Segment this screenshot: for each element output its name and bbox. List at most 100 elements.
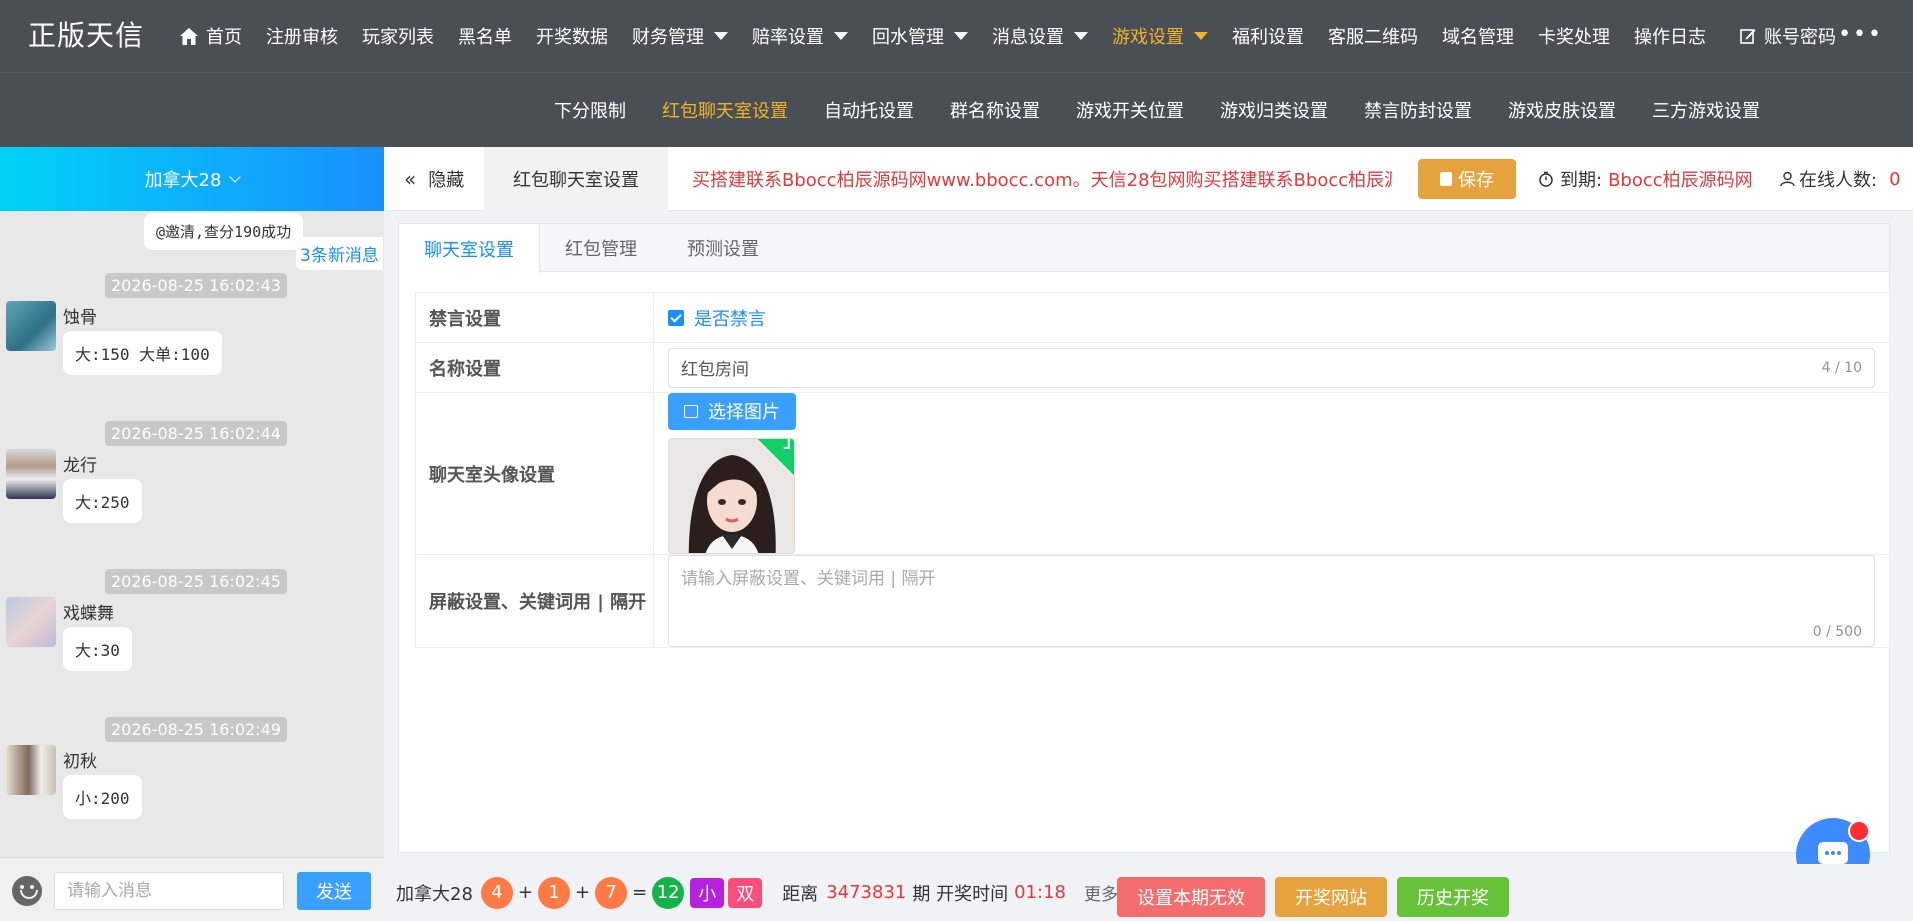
- form-label: 名称设置: [416, 343, 654, 392]
- char-count: 0 / 500: [1812, 624, 1862, 640]
- chat-bubble: 大:30: [63, 627, 132, 671]
- user-avatar: [6, 745, 56, 795]
- nav-welfare[interactable]: 福利设置: [1220, 23, 1316, 49]
- hide-button[interactable]: « 隐藏: [404, 147, 464, 211]
- countdown: 01:18: [1014, 882, 1066, 903]
- distance-label: 距离: [782, 883, 819, 905]
- settings-card: 聊天室设置 红包管理 预测设置 禁言设置 是否禁言 名称设置 红包房间 4 / …: [398, 223, 1890, 853]
- nav-finance[interactable]: 财务管理: [620, 23, 740, 49]
- plus-sign: +: [517, 882, 533, 903]
- nav-label: 开奖数据: [536, 27, 608, 48]
- room-select[interactable]: 加拿大28: [0, 147, 384, 211]
- result-sum: 12: [652, 876, 685, 909]
- nav-label: 玩家列表: [362, 27, 434, 48]
- nav-home[interactable]: 首页: [168, 23, 254, 49]
- expire-info: 到期: Bbocc柏辰源码网: [1538, 147, 1753, 211]
- room-name-input[interactable]: 红包房间 4 / 10: [668, 347, 1875, 388]
- caret-down-icon: [834, 32, 848, 40]
- nav-label: 黑名单: [458, 27, 512, 48]
- history-button[interactable]: 历史开奖: [1397, 877, 1509, 917]
- game-name: 加拿大28: [396, 883, 473, 905]
- nav-game-settings[interactable]: 游戏设置: [1100, 23, 1220, 49]
- nav-register-review[interactable]: 注册审核: [254, 23, 350, 49]
- subnav-item[interactable]: 游戏归类设置: [1202, 97, 1346, 123]
- message-time: 2026-08-25 16:02:49: [105, 717, 287, 742]
- nav-label: 财务管理: [632, 27, 704, 48]
- nav-account-password[interactable]: 账号密码: [1728, 23, 1848, 49]
- nav-blacklist[interactable]: 黑名单: [446, 23, 524, 49]
- chat-messages[interactable]: @邀清,查分190成功 3条新消息 2026-08-25 16:02:43 蚀骨…: [0, 211, 384, 857]
- online-label: 在线人数:: [1799, 170, 1878, 191]
- lottery-site-button[interactable]: 开奖网站: [1275, 877, 1387, 917]
- block-keywords-textarea[interactable]: 请输入屏蔽设置、关键词用 | 隔开 0 / 500: [668, 555, 1875, 647]
- nav-player-list[interactable]: 玩家列表: [350, 23, 446, 49]
- user-avatar: [6, 597, 56, 647]
- new-messages-badge[interactable]: 3条新消息: [296, 237, 383, 270]
- message-time: 2026-08-25 16:02:43: [105, 273, 287, 298]
- subnav-item[interactable]: 群名称设置: [932, 97, 1058, 123]
- more-icon[interactable]: •••: [1838, 22, 1883, 47]
- marquee-text: 买搭建联系Bbocc柏辰源码网www.bbocc.com。天信28包网购买搭建联…: [692, 170, 1392, 191]
- form-row-name: 名称设置 红包房间 4 / 10: [416, 343, 1889, 393]
- nav-operation-log[interactable]: 操作日志: [1622, 23, 1718, 49]
- tab-prediction-settings[interactable]: 预测设置: [662, 224, 784, 272]
- chat-bubble-icon: [1818, 842, 1848, 870]
- expire-value: Bbocc柏辰源码网: [1608, 170, 1753, 191]
- result-ball: 7: [595, 876, 628, 909]
- nav-label: 操作日志: [1634, 27, 1706, 48]
- top-nav: 首页 注册审核 玩家列表 黑名单 开奖数据 财务管理 赔率设置 回水管理 消息设…: [168, 0, 1848, 72]
- sub-navbar: 下分限制 红包聊天室设置 自动托设置 群名称设置 游戏开关位置 游戏归类设置 禁…: [0, 72, 1913, 147]
- save-label: 保存: [1458, 170, 1494, 191]
- subnav-item[interactable]: 禁言防封设置: [1346, 97, 1490, 123]
- room-select-label: 加拿大28: [144, 170, 222, 191]
- subnav-item[interactable]: 游戏开关位置: [1058, 97, 1202, 123]
- online-value: 0: [1889, 168, 1901, 190]
- room-name-value: 红包房间: [681, 360, 749, 380]
- edit-icon: [1740, 29, 1756, 44]
- nav-label: 账号密码: [1764, 27, 1836, 48]
- nav-label: 卡奖处理: [1538, 27, 1610, 48]
- settings-tabs: 聊天室设置 红包管理 预测设置: [399, 224, 1889, 273]
- tab-chatroom-settings[interactable]: 聊天室设置: [399, 224, 540, 273]
- caret-down-icon: [954, 32, 968, 40]
- subnav-item-redpacket-chat[interactable]: 红包聊天室设置: [644, 97, 806, 123]
- period-label: 期 开奖时间: [912, 883, 1009, 905]
- page-toolbar: « 隐藏 红包聊天室设置 买搭建联系Bbocc柏辰源码网www.bbocc.co…: [384, 147, 1913, 211]
- checkbox-label: 是否禁言: [694, 308, 766, 330]
- subnav-item[interactable]: 三方游戏设置: [1634, 97, 1778, 123]
- nav-messages[interactable]: 消息设置: [980, 23, 1100, 49]
- lottery-result: 加拿大28 4 + 1 + 7 = 12 小 双 距离 3473831 期 开奖…: [396, 864, 1140, 921]
- emoji-icon[interactable]: [12, 876, 42, 906]
- nav-lottery-data[interactable]: 开奖数据: [524, 23, 620, 49]
- nav-domain[interactable]: 域名管理: [1430, 23, 1526, 49]
- message-time: 2026-08-25 16:02:44: [105, 421, 287, 446]
- lottery-bar: 加拿大28 4 + 1 + 7 = 12 小 双 距离 3473831 期 开奖…: [384, 864, 1913, 921]
- subnav-item[interactable]: 游戏皮肤设置: [1490, 97, 1634, 123]
- nav-label: 回水管理: [872, 27, 944, 48]
- chatroom-avatar-thumbnail[interactable]: [668, 437, 795, 554]
- chat-bubble: @邀清,查分190成功: [144, 213, 304, 250]
- invalidate-period-button[interactable]: 设置本期无效: [1117, 877, 1265, 917]
- nav-label: 赔率设置: [752, 27, 824, 48]
- message-input[interactable]: [54, 872, 284, 910]
- subnav-item[interactable]: 自动托设置: [806, 97, 932, 123]
- nav-odds[interactable]: 赔率设置: [740, 23, 860, 49]
- nav-service-qr[interactable]: 客服二维码: [1316, 23, 1430, 49]
- subnav-item[interactable]: 下分限制: [536, 97, 644, 123]
- checkbox-checked-icon[interactable]: [668, 309, 684, 326]
- save-button[interactable]: 保存: [1418, 159, 1516, 199]
- form-label: 聊天室头像设置: [416, 393, 654, 554]
- tab-redpacket-management[interactable]: 红包管理: [540, 224, 662, 272]
- nav-rebate[interactable]: 回水管理: [860, 23, 980, 49]
- page-tab[interactable]: 红包聊天室设置: [484, 147, 668, 211]
- mute-checkbox[interactable]: 是否禁言: [654, 293, 1889, 342]
- user-name: 初秋: [63, 752, 97, 772]
- nav-label: 福利设置: [1232, 27, 1304, 48]
- result-ball: 1: [538, 876, 570, 909]
- chat-bubble: 大:250: [63, 479, 142, 523]
- nav-label: 游戏设置: [1112, 27, 1184, 48]
- home-icon: [180, 27, 198, 45]
- choose-image-button[interactable]: 选择图片: [668, 393, 796, 430]
- nav-card-prize[interactable]: 卡奖处理: [1526, 23, 1622, 49]
- send-button[interactable]: 发送: [297, 872, 371, 910]
